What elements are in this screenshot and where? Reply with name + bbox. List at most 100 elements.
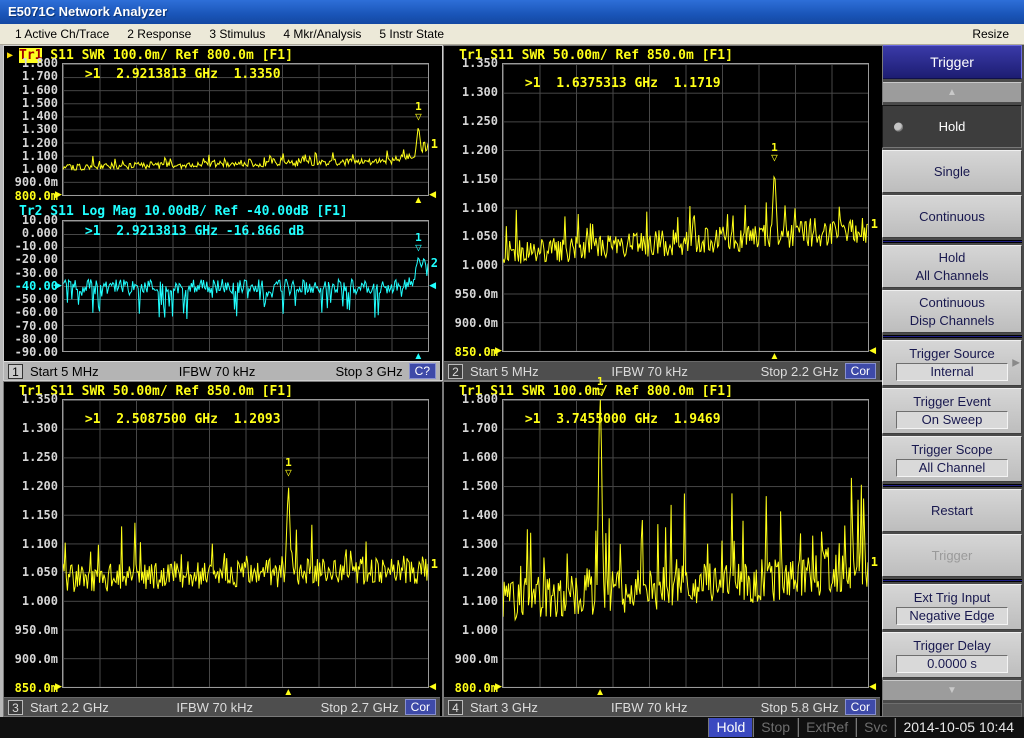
y-tick-label: 1.250 bbox=[462, 114, 498, 128]
y-tick-label: -70.00 bbox=[15, 319, 58, 333]
y-tick-label: 1.100 bbox=[462, 201, 498, 215]
y-tick-label: 1.250 bbox=[22, 450, 58, 464]
status-hold: Hold bbox=[708, 718, 753, 737]
stop-frequency: Stop 2.7 GHz bbox=[321, 700, 399, 715]
ref-level-icon: ▶ bbox=[495, 681, 502, 692]
channel-1-window[interactable]: ▶Tr1 S11 SWR 100.0m/ Ref 800.0m [F1] 1.8… bbox=[3, 45, 443, 381]
ch1-tr1-title[interactable]: ▶Tr1 S11 SWR 100.0m/ Ref 800.0m [F1] bbox=[4, 47, 440, 63]
ch2-tr1-title[interactable]: Tr1 S11 SWR 50.00m/ Ref 850.0m [F1] bbox=[444, 47, 880, 63]
ref-level-icon: ◀ bbox=[869, 345, 876, 356]
y-tick-label: 1.500 bbox=[462, 479, 498, 493]
softkey-trigger-event[interactable]: Trigger EventOn Sweep bbox=[882, 388, 1022, 434]
channel-2-window[interactable]: Tr1 S11 SWR 50.00m/ Ref 850.0m [F1] 1.35… bbox=[443, 45, 883, 381]
channel-grid: ▶Tr1 S11 SWR 100.0m/ Ref 800.0m [F1] 1.8… bbox=[0, 45, 880, 717]
channel-number-badge: 3 bbox=[8, 700, 23, 715]
y-tick-label: 1.150 bbox=[462, 172, 498, 186]
ref-level-icon: ▶ bbox=[495, 345, 502, 356]
softkey-ext-trig-input[interactable]: Ext Trig InputNegative Edge bbox=[882, 584, 1022, 630]
y-tick-label: 1.350 bbox=[462, 56, 498, 70]
marker-stimulus-icon: ▲ bbox=[283, 687, 293, 698]
softkey-restart[interactable]: Restart bbox=[882, 489, 1022, 532]
ifbw-readout: IFBW 70 kHz bbox=[109, 700, 321, 715]
ifbw-readout: IFBW 70 kHz bbox=[539, 364, 761, 379]
channel-1-status-bar: 1 Start 5 MHz IFBW 70 kHz Stop 3 GHz C? bbox=[4, 361, 440, 380]
softkey-hold[interactable]: Hold bbox=[882, 105, 1022, 148]
radio-selected-icon bbox=[894, 122, 903, 131]
channel-3-window[interactable]: Tr1 S11 SWR 50.00m/ Ref 850.0m [F1] 1.35… bbox=[3, 381, 443, 717]
y-tick-label: 1.000 bbox=[462, 258, 498, 272]
y-tick-label: 1.200 bbox=[22, 479, 58, 493]
y-tick-label: 1.800 bbox=[462, 392, 498, 406]
ch3-plot-area[interactable]: >1 2.5087500 GHz 1.2093 1▽▲▶◀1 bbox=[62, 399, 429, 688]
softkey-filler bbox=[882, 703, 1022, 717]
ch1-tr2-title[interactable]: Tr2 S11 Log Mag 10.00dB/ Ref -40.00dB [F… bbox=[4, 204, 440, 220]
marker-1-icon[interactable]: 1▽ bbox=[767, 143, 781, 163]
y-tick-label: 950.0m bbox=[15, 623, 58, 637]
ch2-marker-readout: >1 1.6375313 GHz 1.1719 bbox=[525, 76, 721, 91]
y-tick-label: 800.0m bbox=[15, 189, 58, 203]
softkey-trigger-source[interactable]: Trigger SourceInternal▶ bbox=[882, 340, 1022, 386]
ch1-tr1-plot-area[interactable]: >1 2.9213813 GHz 1.3350 1▽▲▶◀1 bbox=[62, 63, 429, 196]
chevron-up-icon[interactable]: ▲ bbox=[882, 82, 1022, 103]
correction-badge: Cor bbox=[845, 363, 876, 379]
softkey-trigger-delay[interactable]: Trigger Delay0.0000 s bbox=[882, 632, 1022, 678]
y-tick-label: 1.100 bbox=[462, 594, 498, 608]
ifbw-readout: IFBW 70 kHz bbox=[99, 364, 336, 379]
start-frequency: Start 3 GHz bbox=[470, 700, 538, 715]
y-tick-label: 900.0m bbox=[15, 175, 58, 189]
softkey-trigger-scope[interactable]: Trigger ScopeAll Channel bbox=[882, 436, 1022, 482]
y-tick-label: 1.100 bbox=[22, 149, 58, 163]
y-tick-label: 10.00 bbox=[22, 213, 58, 227]
trace-number-label: 1 bbox=[871, 217, 878, 231]
y-tick-label: -40.00 bbox=[15, 279, 58, 293]
y-tick-label: -60.00 bbox=[15, 305, 58, 319]
y-tick-label: 800.0m bbox=[455, 681, 498, 695]
trace-number-label: 1 bbox=[871, 555, 878, 569]
chevron-down-icon[interactable]: ▼ bbox=[882, 680, 1022, 701]
window-title-bar: E5071C Network Analyzer bbox=[0, 0, 1024, 24]
ref-level-icon: ▶ bbox=[55, 189, 62, 200]
marker-1-icon[interactable]: 1▽ bbox=[281, 458, 295, 478]
status-stop: Stop bbox=[753, 718, 798, 737]
y-tick-label: 850.0m bbox=[455, 345, 498, 359]
trace-number-label: 1 bbox=[431, 557, 438, 571]
menu-item-1-active-ch-trace[interactable]: 1 Active Ch/Trace bbox=[6, 27, 118, 41]
softkey-continuous-disp-channels[interactable]: ContinuousDisp Channels bbox=[882, 290, 1022, 333]
y-tick-label: -10.00 bbox=[15, 239, 58, 253]
softkey-value-trigger-scope: All Channel bbox=[896, 459, 1008, 477]
status-2014-10-05-10-44: 2014-10-05 10:44 bbox=[895, 718, 1024, 737]
channel-4-window[interactable]: Tr1 S11 SWR 100.0m/ Ref 800.0m [F1] 1.80… bbox=[443, 381, 883, 717]
marker-1-icon[interactable]: 1▽ bbox=[411, 233, 425, 253]
softkey-value-ext-trig-input: Negative Edge bbox=[896, 607, 1008, 625]
ch2-plot-area[interactable]: >1 1.6375313 GHz 1.1719 1▽▲▶◀1 bbox=[502, 63, 869, 352]
menu-item-2-response[interactable]: 2 Response bbox=[118, 27, 200, 41]
marker-1-icon[interactable]: 1▽ bbox=[411, 102, 425, 122]
menu-bar: 1 Active Ch/Trace2 Response3 Stimulus4 M… bbox=[0, 24, 1024, 45]
ch4-marker-readout: >1 3.7455000 GHz 1.9469 bbox=[525, 412, 721, 427]
menu-item-4-mkr-analysis[interactable]: 4 Mkr/Analysis bbox=[274, 27, 370, 41]
channel-3-status-bar: 3 Start 2.2 GHz IFBW 70 kHz Stop 2.7 GHz… bbox=[4, 697, 440, 716]
ch4-plot-area[interactable]: >1 3.7455000 GHz 1.9469 1▽▲▶◀1 bbox=[502, 399, 869, 688]
y-tick-label: 1.000 bbox=[22, 594, 58, 608]
start-frequency: Start 5 MHz bbox=[30, 364, 99, 379]
y-tick-label: -30.00 bbox=[15, 266, 58, 280]
channel-number-badge: 4 bbox=[448, 700, 463, 715]
ch4-tr1-title[interactable]: Tr1 S11 SWR 100.0m/ Ref 800.0m [F1] bbox=[444, 383, 880, 399]
ch4-tr1-panel: Tr1 S11 SWR 100.0m/ Ref 800.0m [F1] 1.80… bbox=[444, 383, 880, 696]
ch3-tr1-title[interactable]: Tr1 S11 SWR 50.00m/ Ref 850.0m [F1] bbox=[4, 383, 440, 399]
softkey-single[interactable]: Single bbox=[882, 150, 1022, 193]
ch3-tr1-panel: Tr1 S11 SWR 50.00m/ Ref 850.0m [F1] 1.35… bbox=[4, 383, 440, 696]
marker-1-icon[interactable]: 1▽ bbox=[593, 377, 607, 397]
menu-item-5-instr-state[interactable]: 5 Instr State bbox=[370, 27, 453, 41]
y-tick-label: 1.200 bbox=[22, 136, 58, 150]
resize-button[interactable]: Resize bbox=[963, 27, 1018, 41]
softkey-hold-all-channels[interactable]: HoldAll Channels bbox=[882, 245, 1022, 288]
menu-item-3-stimulus[interactable]: 3 Stimulus bbox=[200, 27, 274, 41]
ch1-tr2-marker-readout: >1 2.9213813 GHz -16.866 dB bbox=[85, 224, 304, 239]
softkey-continuous[interactable]: Continuous bbox=[882, 195, 1022, 238]
y-tick-label: 1.300 bbox=[462, 85, 498, 99]
ch1-tr2-plot-area[interactable]: >1 2.9213813 GHz -16.866 dB 1▽▲▶◀2 bbox=[62, 220, 429, 353]
y-tick-label: 1.600 bbox=[462, 450, 498, 464]
stop-frequency: Stop 3 GHz bbox=[335, 364, 402, 379]
y-tick-label: 1.800 bbox=[22, 56, 58, 70]
